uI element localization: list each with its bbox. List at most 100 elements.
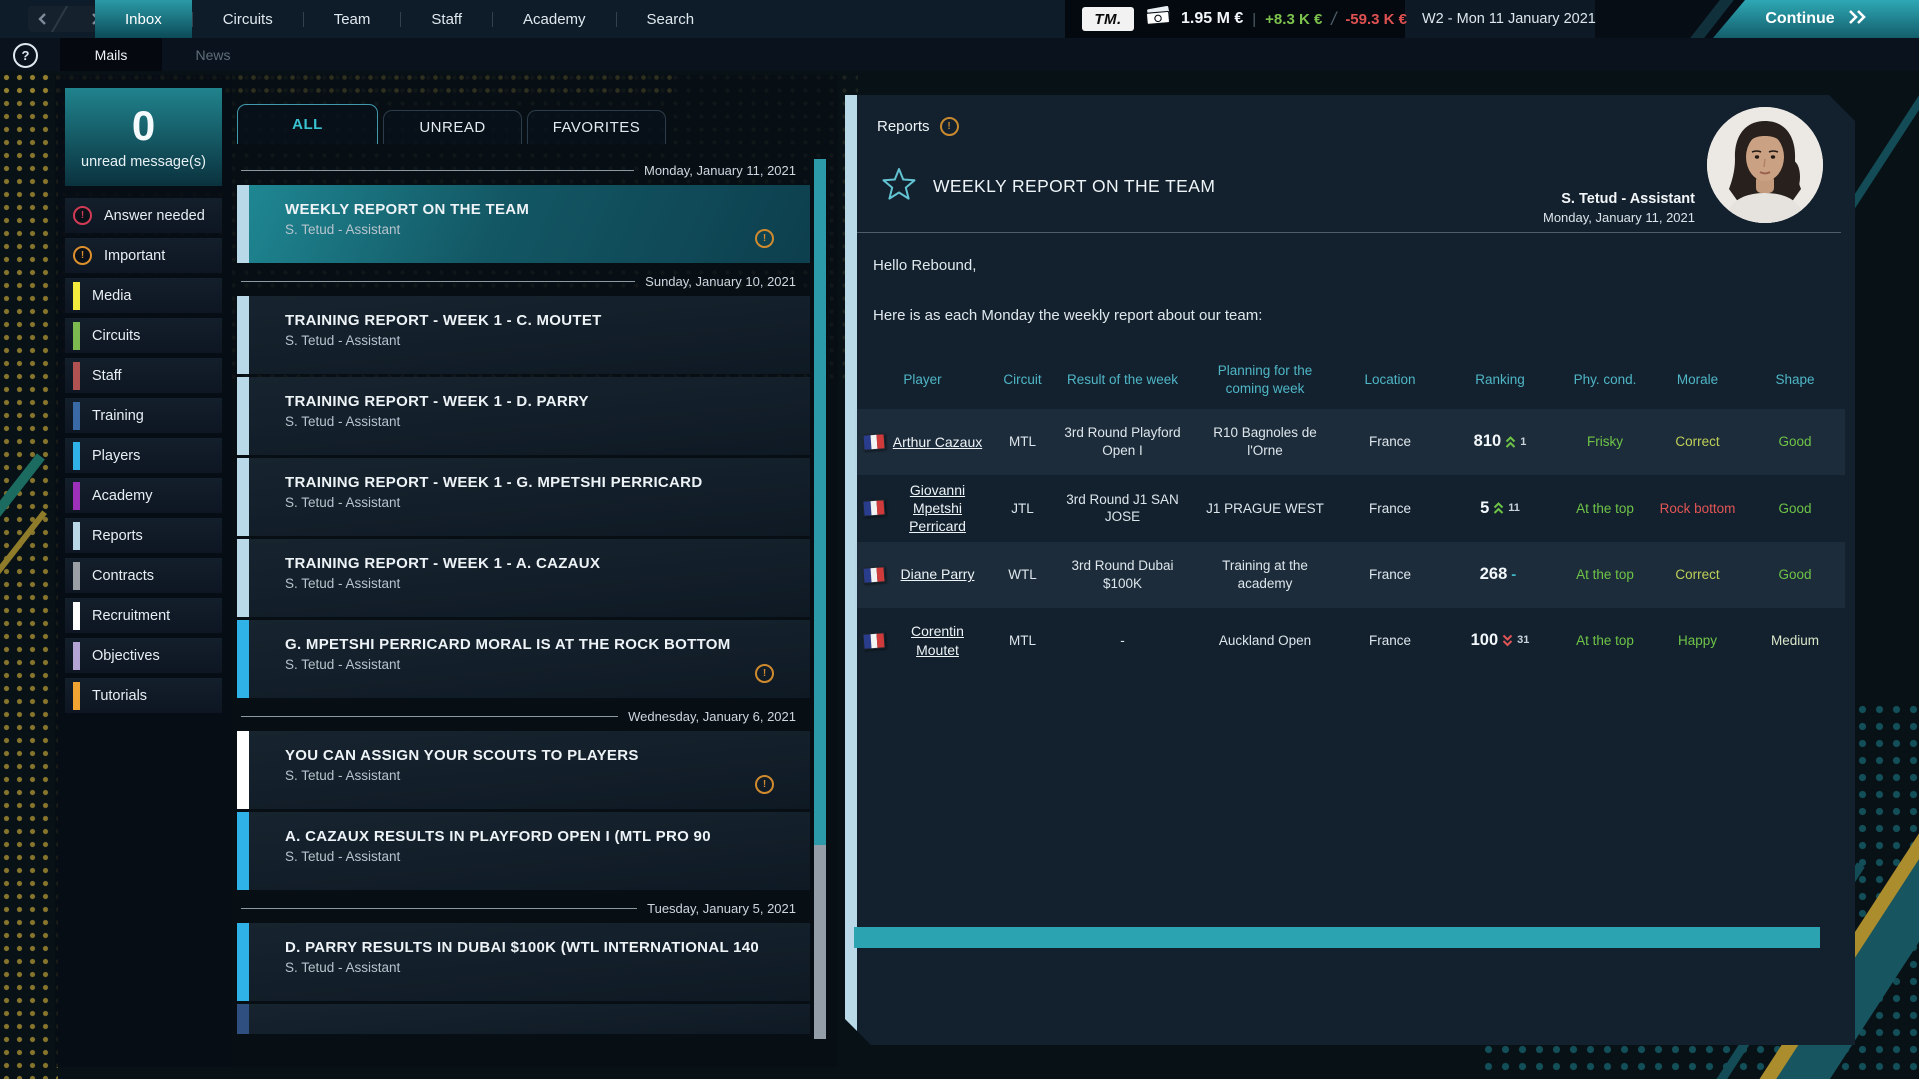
france-flag-icon <box>862 632 885 649</box>
continue-button[interactable]: Continue <box>1713 0 1919 38</box>
planning-cell: Training at the academy <box>1190 557 1340 592</box>
nav-tab-search[interactable]: Search <box>617 0 725 38</box>
sidebar-filter-circuits[interactable]: Circuits <box>65 318 222 353</box>
mail-item[interactable]: YOU CAN ASSIGN YOUR SCOUTS TO PLAYERS S.… <box>237 731 810 809</box>
category-color-bar <box>73 402 80 430</box>
mail-sender: S. Tetud - Assistant <box>285 960 759 975</box>
mail-item[interactable]: TRAINING REPORT - WEEK 1 - G. MPETSHI PE… <box>237 458 810 536</box>
morale-cell: Happy <box>1650 632 1745 650</box>
circuit-cell: MTL <box>990 433 1055 451</box>
mail-tab-favorites[interactable]: FAVORITES <box>527 110 666 144</box>
mail-filters: Answer needed Important Media Circuits S… <box>65 198 222 713</box>
sidebar-filter-recruitment[interactable]: Recruitment <box>65 598 222 633</box>
mail-category-bar <box>237 185 249 263</box>
filter-label: Training <box>92 408 144 424</box>
ranking-value: 100 <box>1471 630 1499 651</box>
player-link[interactable]: Diane Parry <box>891 565 984 583</box>
mail-tab-all[interactable]: ALL <box>237 104 378 144</box>
sidebar-filter-reports[interactable]: Reports <box>65 518 222 553</box>
column-header-circuit: Circuit <box>990 371 1055 389</box>
filter-label: Circuits <box>92 328 140 344</box>
mail-category-bar <box>237 539 249 617</box>
sidebar-filter-training[interactable]: Training <box>65 398 222 433</box>
mail-tab-unread[interactable]: UNREAD <box>383 110 522 144</box>
report-panel-header: Reports <box>877 117 959 136</box>
sidebar-filter-academy[interactable]: Academy <box>65 478 222 513</box>
nav-tab-academy[interactable]: Academy <box>493 0 616 38</box>
mail-item[interactable]: D. PARRY RESULTS IN DUBAI $100K (WTL INT… <box>237 923 810 1001</box>
report-header-divider <box>857 232 1841 233</box>
separator-date: Tuesday, January 5, 2021 <box>647 901 796 916</box>
alert-icon <box>755 664 774 683</box>
ranking-trend-icon: - <box>1511 565 1516 585</box>
mail-news-tabs: MailsNews <box>60 38 264 71</box>
sidebar-filter-media[interactable]: Media <box>65 278 222 313</box>
mail-category-bar <box>237 923 249 1001</box>
mail-category-bar <box>237 1004 249 1034</box>
ranking-cell: 100 31 <box>1440 630 1560 651</box>
player-cell: Diane Parry <box>855 565 990 583</box>
mail-item[interactable]: WEEKLY REPORT ON THE TEAM S. Tetud - Ass… <box>237 185 810 263</box>
report-title-row: WEEKLY REPORT ON THE TEAM <box>881 167 1215 206</box>
sidebar-filter-answer-needed[interactable]: Answer needed <box>65 198 222 233</box>
nav-tab-team[interactable]: Team <box>304 0 401 38</box>
sidebar-filter-staff[interactable]: Staff <box>65 358 222 393</box>
player-cell: Arthur Cazaux <box>855 433 990 451</box>
sidebar-filter-objectives[interactable]: Objectives <box>65 638 222 673</box>
filter-label: Players <box>92 448 140 464</box>
assistant-avatar <box>1707 107 1823 223</box>
decor-dots-left <box>0 71 58 1079</box>
nav-tab-circuits[interactable]: Circuits <box>193 0 303 38</box>
mail-title: TRAINING REPORT - WEEK 1 - G. MPETSHI PE… <box>285 474 702 491</box>
double-chevron-icon <box>1847 9 1867 30</box>
report-table-row: Arthur Cazaux MTL 3rd Round Playford Ope… <box>855 409 1845 475</box>
sidebar-filter-tutorials[interactable]: Tutorials <box>65 678 222 713</box>
sidebar-filter-players[interactable]: Players <box>65 438 222 473</box>
france-flag-icon <box>862 566 885 583</box>
column-header-phy-cond: Phy. cond. <box>1560 371 1650 389</box>
mail-item[interactable]: G. MPETSHI PERRICARD MORAL IS AT THE ROC… <box>237 620 810 698</box>
mail-item-body: WEEKLY REPORT ON THE TEAM S. Tetud - Ass… <box>249 185 529 263</box>
result-cell: 3rd Round Dubai $100K <box>1055 557 1190 592</box>
mail-item[interactable]: A. CAZAUX RESULTS IN PLAYFORD OPEN I (MT… <box>237 812 810 890</box>
mail-item-partial[interactable] <box>237 1004 810 1034</box>
nav-tab-staff[interactable]: Staff <box>401 0 492 38</box>
alert-icon <box>73 246 92 265</box>
mail-sender: S. Tetud - Assistant <box>285 768 639 783</box>
help-icon[interactable]: ? <box>13 43 38 68</box>
mail-title: A. CAZAUX RESULTS IN PLAYFORD OPEN I (MT… <box>285 828 711 845</box>
history-divider <box>48 6 70 32</box>
mail-item-body: TRAINING REPORT - WEEK 1 - C. MOUTET S. … <box>249 296 602 374</box>
mail-item[interactable]: TRAINING REPORT - WEEK 1 - D. PARRY S. T… <box>237 377 810 455</box>
nav-tab-inbox[interactable]: Inbox <box>95 0 192 38</box>
weekly-income: +8.3 K € <box>1265 11 1322 28</box>
alert-icon <box>73 206 92 225</box>
category-color-bar <box>73 682 80 710</box>
mail-item[interactable]: TRAINING REPORT - WEEK 1 - C. MOUTET S. … <box>237 296 810 374</box>
money-icon <box>1144 5 1172 34</box>
money-slash: / <box>1331 9 1336 30</box>
mail-list-tabs: ALLUNREADFAVORITES <box>237 104 666 144</box>
sub-tab-news[interactable]: News <box>162 38 264 71</box>
morale-cell: Correct <box>1650 566 1745 584</box>
finance-summary: 1.95 M € | +8.3 K € / -59.3 K € <box>1144 0 1407 38</box>
report-date: Monday, January 11, 2021 <box>1543 210 1695 225</box>
phy-cond-cell: Frisky <box>1560 433 1650 451</box>
report-panel: Reports WEEKLY REPORT ON THE TEAM <box>845 95 1855 1045</box>
favorite-star-icon[interactable] <box>881 167 917 206</box>
sub-tab-mails[interactable]: Mails <box>60 38 162 71</box>
player-link[interactable]: Corentin Moutet <box>891 622 984 658</box>
category-color-bar <box>73 482 80 510</box>
sidebar-filter-important[interactable]: Important <box>65 238 222 273</box>
sidebar-filter-contracts[interactable]: Contracts <box>65 558 222 593</box>
mail-item-body: TRAINING REPORT - WEEK 1 - A. CAZAUX S. … <box>249 539 600 617</box>
mail-item[interactable]: TRAINING REPORT - WEEK 1 - A. CAZAUX S. … <box>237 539 810 617</box>
mail-scrollbar[interactable] <box>814 159 826 1039</box>
column-header-shape: Shape <box>1745 371 1845 389</box>
shape-cell: Good <box>1745 433 1845 451</box>
player-link[interactable]: Giovanni Mpetshi Perricard <box>891 481 984 536</box>
player-link[interactable]: Arthur Cazaux <box>891 433 984 451</box>
mail-category-bar <box>237 296 249 374</box>
mail-scrollbar-thumb[interactable] <box>814 159 826 845</box>
back-button[interactable] <box>37 12 47 26</box>
